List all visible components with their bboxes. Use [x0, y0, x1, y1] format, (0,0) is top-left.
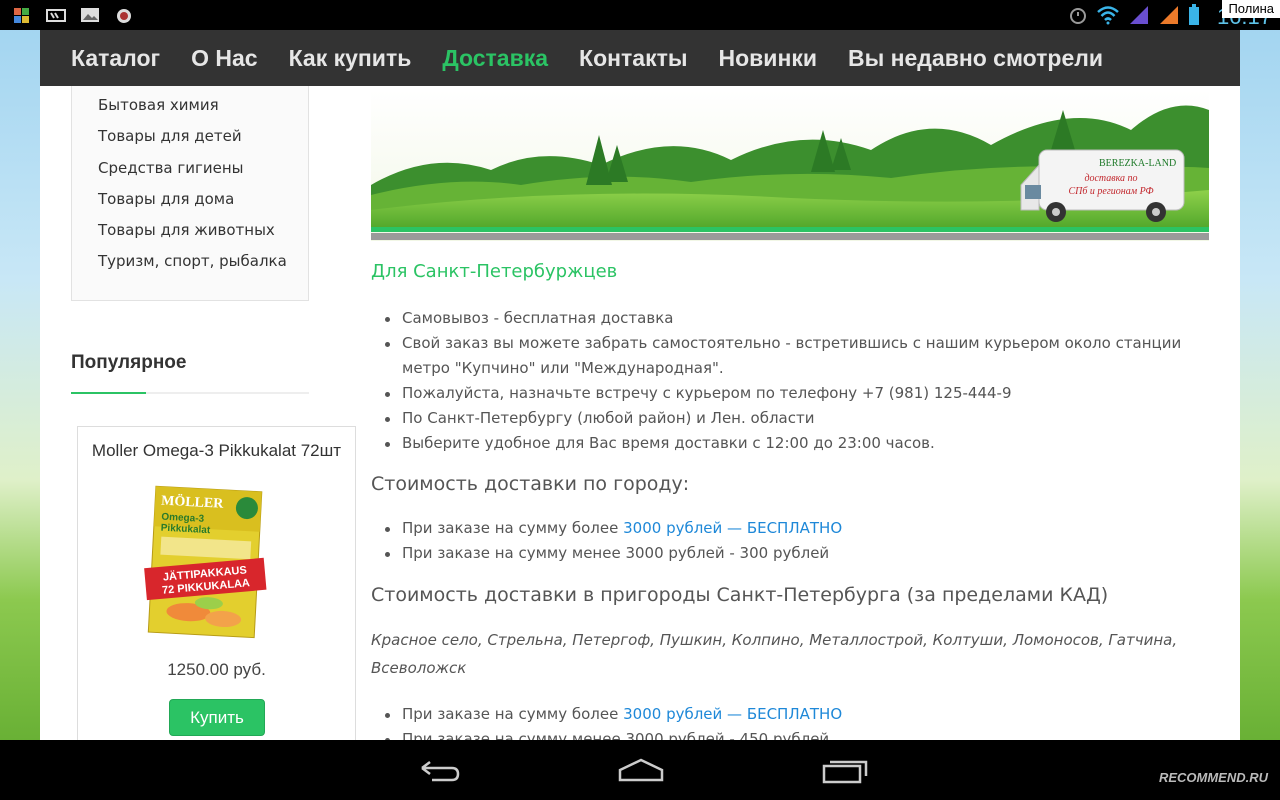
status-bar: 16:17 Полина — [0, 0, 1280, 30]
category-list: Бытовая химия Товары для детей Средства … — [71, 86, 309, 301]
gallery-icon — [81, 8, 99, 22]
signal-icon — [1160, 6, 1178, 24]
list-item: По Санкт-Петербургу (любой район) и Лен.… — [371, 406, 1201, 431]
tooltip: Полина — [1222, 0, 1280, 18]
popular-title: Популярное — [71, 352, 187, 373]
main-nav: Каталог О Нас Как купить Доставка Контак… — [40, 30, 1240, 86]
list-item: При заказе на сумму более 3000 рублей — … — [371, 702, 1201, 727]
watermark: RECOMMEND.RU — [1158, 770, 1268, 785]
system-nav-bar — [0, 740, 1280, 800]
list-item: Выберите удобное для Вас время доставки … — [371, 431, 1201, 456]
list-item: Пожалуйста, назначьте встречу с курьером… — [371, 381, 1201, 406]
back-icon[interactable] — [414, 754, 464, 786]
battery-icon — [1189, 4, 1199, 25]
product-image[interactable]: MÖLLER Omega-3 Pikkukalat JÄTTIPAKKAUS 7… — [116, 473, 296, 653]
list-item: При заказе на сумму менее 3000 рублей - … — [371, 541, 1201, 566]
heading-city-cost: Стоимость доставки по городу: — [371, 473, 690, 495]
nav-item-recently-viewed[interactable]: Вы недавно смотрели — [848, 45, 1103, 72]
heading-spb: Для Санкт-Петербуржцев — [371, 261, 618, 282]
banner-line2: СПб и регионам РФ — [1069, 186, 1154, 197]
list-item: Самовывоз - бесплатная доставка — [371, 306, 1201, 331]
web-page: Каталог О Нас Как купить Доставка Контак… — [40, 30, 1240, 740]
bag-icon — [117, 9, 131, 23]
home-icon[interactable] — [616, 754, 666, 786]
app-icon — [14, 8, 29, 23]
storage-icon — [46, 9, 66, 22]
suburbs-cost-list: При заказе на сумму более 3000 рублей — … — [371, 702, 1201, 740]
category-item[interactable]: Туризм, спорт, рыбалка — [98, 248, 308, 279]
heading-suburbs-cost: Стоимость доставки в пригороды Санкт-Пет… — [371, 584, 1109, 606]
category-item[interactable]: Товары для животных — [98, 217, 308, 248]
signal-icon — [1130, 6, 1148, 24]
nav-item-catalog[interactable]: Каталог — [71, 45, 160, 72]
nav-item-new[interactable]: Новинки — [719, 45, 817, 72]
list-item: Свой заказ вы можете забрать самостоятел… — [371, 331, 1201, 381]
free-delivery-link[interactable]: 3000 рублей — БЕСПЛАТНО — [623, 705, 842, 723]
buy-button[interactable]: Купить — [169, 699, 265, 736]
nav-item-how-to-buy[interactable]: Как купить — [289, 45, 412, 72]
divider — [71, 392, 309, 394]
nav-item-contacts[interactable]: Контакты — [579, 45, 687, 72]
product-card: Moller Omega-3 Pikkukalat 72шт MÖLLER Om… — [77, 426, 356, 740]
category-item[interactable]: Товары для дома — [98, 186, 308, 217]
delivery-banner: BEREZKA-LAND доставка по СПб и регионам … — [371, 90, 1209, 241]
category-item[interactable]: Товары для детей — [98, 123, 308, 154]
suburbs-list-text: Красное село, Стрельна, Петергоф, Пушкин… — [371, 631, 1178, 677]
nav-item-about[interactable]: О Нас — [191, 45, 257, 72]
banner-brand: BEREZKA-LAND — [1099, 158, 1176, 169]
alarm-icon — [1070, 8, 1086, 24]
list-item: При заказе на сумму менее 3000 рублей - … — [371, 727, 1201, 740]
banner-line1: доставка по — [1084, 173, 1137, 184]
nav-item-delivery[interactable]: Доставка — [442, 45, 548, 72]
spb-list: Самовывоз - бесплатная доставка Свой зак… — [371, 306, 1201, 456]
free-delivery-link[interactable]: 3000 рублей — БЕСПЛАТНО — [623, 519, 842, 537]
category-item[interactable]: Бытовая химия — [98, 92, 308, 123]
category-item[interactable]: Средства гигиены — [98, 155, 308, 186]
product-name[interactable]: Moller Omega-3 Pikkukalat 72шт — [78, 441, 355, 461]
product-price: 1250.00 руб. — [167, 660, 266, 679]
city-cost-list: При заказе на сумму более 3000 рублей — … — [371, 516, 1201, 566]
recent-apps-icon[interactable] — [820, 754, 870, 786]
wifi-icon — [1097, 6, 1119, 25]
list-item: При заказе на сумму более 3000 рублей — … — [371, 516, 1201, 541]
